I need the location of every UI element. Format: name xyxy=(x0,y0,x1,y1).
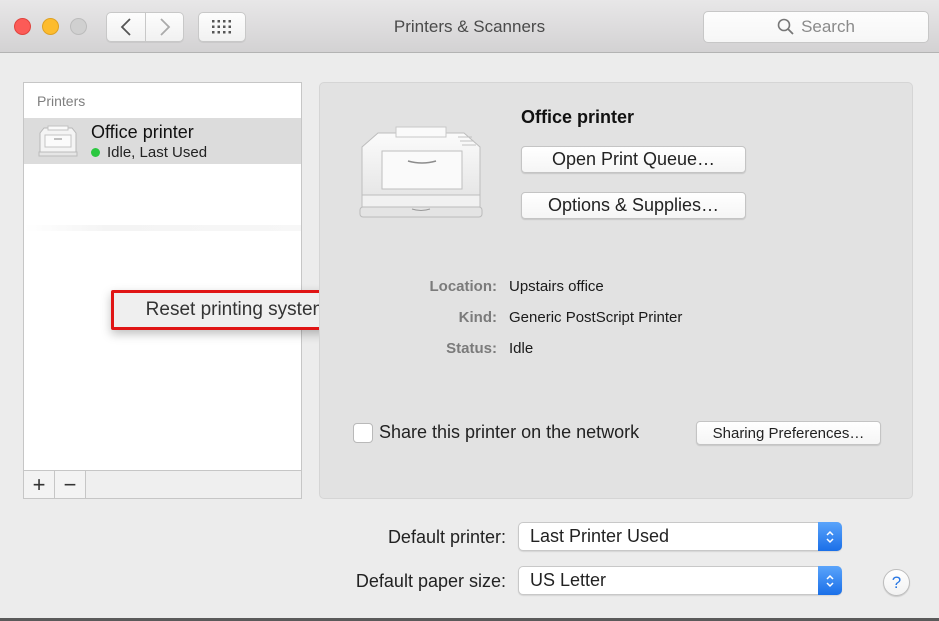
add-printer-button[interactable]: + xyxy=(24,471,55,498)
info-label: Kind: xyxy=(458,309,497,326)
info-value: Idle xyxy=(509,340,534,357)
printer-list-item[interactable]: Office printer Idle, Last Used xyxy=(24,118,301,164)
search-field[interactable]: Search xyxy=(703,11,929,43)
default-paper-size-value: US Letter xyxy=(530,570,607,590)
info-value: Upstairs office xyxy=(509,278,604,295)
info-row-kind: Kind: Generic PostScript Printer xyxy=(380,302,683,333)
sharing-preferences-button[interactable]: Sharing Preferences… xyxy=(696,421,881,445)
printer-name: Office printer xyxy=(91,122,194,142)
title-bar: Printers & Scanners Search xyxy=(0,0,939,53)
selected-printer-name: Office printer xyxy=(521,107,635,127)
info-value: Generic PostScript Printer xyxy=(509,309,683,326)
search-placeholder: Search xyxy=(801,17,855,36)
printer-status: Idle, Last Used xyxy=(91,144,207,161)
popup-stepper-icon xyxy=(818,566,842,595)
printer-large-icon xyxy=(359,126,483,218)
remove-printer-button[interactable]: − xyxy=(55,471,86,498)
share-printer-option[interactable]: Share this printer on the network xyxy=(353,422,639,443)
help-button[interactable]: ? xyxy=(883,569,910,596)
printer-info: Location: Upstairs office Kind: Generic … xyxy=(380,271,683,364)
popup-stepper-icon xyxy=(818,522,842,551)
printer-status-text: Idle, Last Used xyxy=(107,144,208,161)
info-row-location: Location: Upstairs office xyxy=(380,271,682,302)
info-row-status: Status: Idle xyxy=(380,333,682,364)
printer-detail-panel: Office printer Open Print Queue… Options… xyxy=(319,82,913,499)
default-printer-select[interactable]: Last Printer Used xyxy=(518,522,842,551)
default-printer-label: Default printer: xyxy=(387,527,506,547)
open-print-queue-button[interactable]: Open Print Queue… xyxy=(521,146,746,173)
printer-list-header: Printers xyxy=(37,93,86,109)
list-drag-shadow xyxy=(24,225,301,231)
printer-icon xyxy=(38,125,78,157)
search-icon xyxy=(777,18,794,35)
default-printer-value: Last Printer Used xyxy=(530,526,670,546)
default-paper-size-select[interactable]: US Letter xyxy=(518,566,842,595)
options-supplies-button[interactable]: Options & Supplies… xyxy=(521,192,746,219)
status-dot-icon xyxy=(91,148,100,157)
default-paper-size-label: Default paper size: xyxy=(355,571,506,591)
info-label: Status: xyxy=(446,340,497,357)
share-printer-checkbox[interactable] xyxy=(353,422,373,443)
list-footer: + − xyxy=(24,470,301,498)
share-printer-label: Share this printer on the network xyxy=(379,422,640,442)
info-label: Location: xyxy=(429,278,498,295)
